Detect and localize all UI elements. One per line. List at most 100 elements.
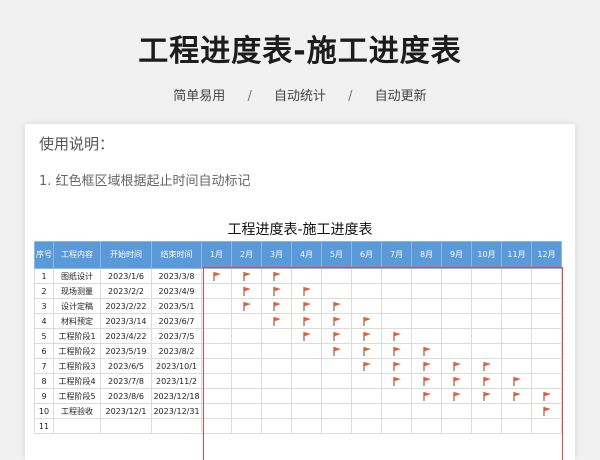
cell-month[interactable] [291, 373, 322, 389]
cell-month[interactable] [381, 418, 412, 434]
cell-month[interactable] [531, 283, 562, 299]
cell-month[interactable] [351, 313, 382, 329]
cell-month[interactable] [501, 313, 532, 329]
cell-month[interactable] [471, 328, 502, 344]
cell-no[interactable]: 7 [34, 358, 54, 374]
cell-month[interactable] [351, 283, 382, 299]
cell-month[interactable] [441, 418, 472, 434]
cell-month[interactable] [471, 298, 502, 314]
cell-month[interactable] [201, 373, 232, 389]
cell-month[interactable] [261, 403, 292, 419]
cell-task[interactable]: 工程阶段4 [53, 373, 101, 389]
cell-month[interactable] [291, 313, 322, 329]
cell-task[interactable]: 现场测量 [53, 283, 101, 299]
cell-month[interactable] [381, 343, 412, 359]
cell-month[interactable] [261, 418, 292, 434]
cell-month[interactable] [501, 358, 532, 374]
cell-month[interactable] [531, 343, 562, 359]
cell-start[interactable]: 2023/8/6 [100, 388, 152, 404]
cell-month[interactable] [381, 283, 412, 299]
cell-month[interactable] [231, 403, 262, 419]
cell-month[interactable] [441, 298, 472, 314]
cell-task[interactable]: 工程阶段3 [53, 358, 101, 374]
cell-month[interactable] [291, 268, 322, 284]
cell-start[interactable]: 2023/2/22 [100, 298, 152, 314]
cell-start[interactable]: 2023/5/19 [100, 343, 152, 359]
cell-month[interactable] [231, 418, 262, 434]
cell-month[interactable] [471, 388, 502, 404]
cell-month[interactable] [411, 328, 442, 344]
cell-month[interactable] [501, 403, 532, 419]
cell-end[interactable]: 2023/8/2 [151, 343, 202, 359]
cell-month[interactable] [321, 418, 352, 434]
cell-month[interactable] [201, 343, 232, 359]
cell-month[interactable] [501, 328, 532, 344]
cell-month[interactable] [201, 388, 232, 404]
cell-month[interactable] [471, 283, 502, 299]
cell-month[interactable] [291, 298, 322, 314]
cell-month[interactable] [321, 298, 352, 314]
cell-month[interactable] [351, 388, 382, 404]
cell-month[interactable] [531, 268, 562, 284]
cell-month[interactable] [471, 268, 502, 284]
cell-month[interactable] [381, 268, 412, 284]
cell-month[interactable] [231, 343, 262, 359]
cell-end[interactable]: 2023/12/18 [151, 388, 202, 404]
cell-month[interactable] [201, 298, 232, 314]
cell-month[interactable] [321, 403, 352, 419]
cell-month[interactable] [471, 403, 502, 419]
cell-month[interactable] [261, 388, 292, 404]
cell-month[interactable] [501, 283, 532, 299]
cell-month[interactable] [201, 418, 232, 434]
cell-task[interactable]: 材料预定 [53, 313, 101, 329]
cell-month[interactable] [441, 358, 472, 374]
cell-start[interactable]: 2023/3/14 [100, 313, 152, 329]
cell-month[interactable] [291, 283, 322, 299]
cell-month[interactable] [351, 358, 382, 374]
cell-no[interactable]: 2 [34, 283, 54, 299]
cell-month[interactable] [261, 373, 292, 389]
cell-task[interactable]: 工程阶段5 [53, 388, 101, 404]
cell-month[interactable] [471, 343, 502, 359]
cell-month[interactable] [381, 298, 412, 314]
cell-month[interactable] [381, 358, 412, 374]
cell-month[interactable] [291, 418, 322, 434]
cell-month[interactable] [441, 313, 472, 329]
cell-start[interactable]: 2023/12/1 [100, 403, 152, 419]
cell-month[interactable] [441, 373, 472, 389]
cell-month[interactable] [321, 313, 352, 329]
cell-month[interactable] [291, 388, 322, 404]
cell-month[interactable] [531, 358, 562, 374]
cell-task[interactable]: 工程验收 [53, 403, 101, 419]
cell-month[interactable] [411, 418, 442, 434]
cell-month[interactable] [261, 298, 292, 314]
cell-month[interactable] [291, 403, 322, 419]
cell-month[interactable] [231, 313, 262, 329]
cell-month[interactable] [411, 403, 442, 419]
cell-start[interactable]: 2023/7/8 [100, 373, 152, 389]
cell-month[interactable] [411, 358, 442, 374]
cell-month[interactable] [321, 268, 352, 284]
cell-month[interactable] [441, 283, 472, 299]
cell-month[interactable] [351, 373, 382, 389]
cell-month[interactable] [501, 343, 532, 359]
cell-month[interactable] [411, 313, 442, 329]
cell-month[interactable] [201, 313, 232, 329]
cell-month[interactable] [441, 268, 472, 284]
cell-month[interactable] [351, 403, 382, 419]
cell-month[interactable] [411, 268, 442, 284]
cell-start[interactable]: 2023/1/6 [100, 268, 152, 284]
cell-month[interactable] [441, 343, 472, 359]
cell-month[interactable] [531, 298, 562, 314]
cell-month[interactable] [531, 388, 562, 404]
cell-month[interactable] [231, 388, 262, 404]
cell-no[interactable]: 5 [34, 328, 54, 344]
cell-start[interactable]: 2023/2/2 [100, 283, 152, 299]
cell-task[interactable]: 图纸设计 [53, 268, 101, 284]
cell-end[interactable]: 2023/3/8 [151, 268, 202, 284]
cell-month[interactable] [381, 313, 412, 329]
cell-month[interactable] [411, 343, 442, 359]
cell-no[interactable]: 6 [34, 343, 54, 359]
cell-month[interactable] [201, 268, 232, 284]
cell-end[interactable]: 2023/4/9 [151, 283, 202, 299]
